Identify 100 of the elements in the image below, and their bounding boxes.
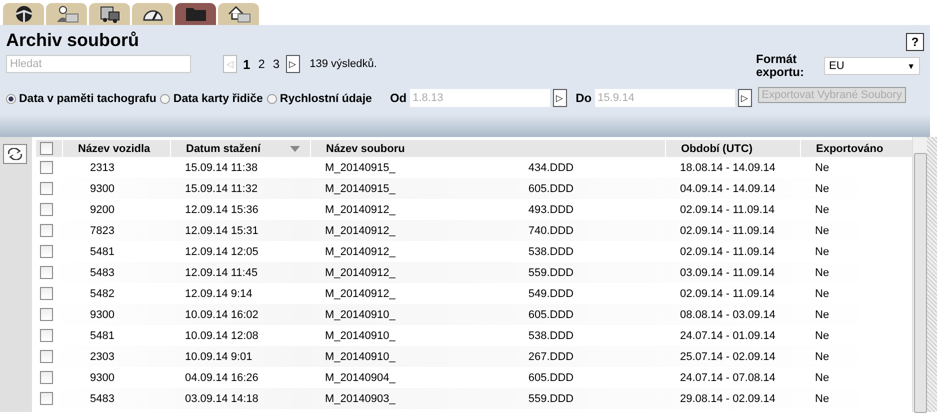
export-format-label: Formát exportu:	[756, 53, 805, 79]
source-radio[interactable]: Data karty řidiče	[160, 93, 263, 105]
table-cell: 25.07.14 - 02.09.14	[680, 350, 776, 362]
nav-tab[interactable]	[3, 3, 44, 25]
table-cell: Ne	[815, 224, 830, 236]
table-cell: 08.08.14 - 03.09.14	[680, 308, 776, 320]
table-cell: M_20140915_	[325, 182, 396, 194]
nav-tab[interactable]	[218, 3, 259, 25]
table-cell: 29.08.14 - 02.09.14	[680, 392, 776, 404]
table-cell: 2313	[90, 162, 114, 174]
table-cell: M_20140910_	[325, 330, 396, 342]
table-cell: 538.DDD	[528, 246, 574, 258]
table-cell: 15.09.14 11:32	[185, 182, 258, 194]
results-count: 139 výsledků.	[310, 58, 377, 70]
table-cell: Ne	[815, 266, 830, 278]
table-cell: 9300	[90, 308, 114, 320]
page-link[interactable]: 3	[270, 57, 282, 71]
table-cell: 9300	[90, 182, 114, 194]
table-cell: 605.DDD	[528, 308, 574, 320]
table-cell: 5483	[90, 392, 114, 404]
table-cell: 18.08.14 - 14.09.14	[680, 162, 776, 174]
source-radio[interactable]: Data v paměti tachografu	[6, 93, 156, 105]
row-checkbox[interactable]	[40, 308, 53, 321]
folder-icon	[184, 5, 208, 23]
row-checkbox[interactable]	[40, 182, 53, 195]
date-from-label: Od	[390, 91, 407, 105]
steering-wheel-icon	[12, 5, 34, 23]
date-from-field[interactable]: 1.8.13	[410, 89, 550, 107]
column-header[interactable]: Období (UTC)	[665, 140, 800, 157]
radio-button[interactable]	[266, 94, 277, 104]
table-cell: 2303	[90, 350, 114, 362]
row-checkbox[interactable]	[40, 371, 53, 384]
date-to-field[interactable]: 15.9.14	[594, 89, 735, 107]
sort-icon	[290, 146, 300, 152]
export-format-dropdown[interactable]: EU ▼	[824, 57, 920, 75]
help-button[interactable]: ?	[906, 33, 924, 51]
truck-icon	[98, 5, 120, 23]
table-cell: 5481	[90, 330, 114, 342]
table-cell: 02.09.14 - 11.09.14	[680, 224, 775, 236]
page-title: Archiv souborů	[6, 30, 140, 50]
table-cell: Ne	[815, 162, 830, 174]
select-all-checkbox[interactable]	[40, 142, 53, 155]
table-cell: 10.09.14 12:08	[185, 330, 258, 342]
table-cell: 740.DDD	[528, 224, 574, 236]
nav-tab[interactable]	[132, 3, 173, 25]
row-checkbox[interactable]	[40, 266, 53, 279]
table-cell: 15.09.14 11:38	[185, 162, 258, 174]
table-cell: M_20140910_	[325, 350, 396, 362]
nav-tab[interactable]	[89, 3, 130, 25]
search-field[interactable]: Hledat	[6, 55, 191, 73]
row-checkbox[interactable]	[40, 350, 53, 363]
radio-button[interactable]	[6, 94, 16, 104]
table-cell: M_20140903_	[325, 392, 396, 404]
row-checkbox[interactable]	[40, 287, 53, 300]
column-header[interactable]: Název vozidla	[62, 140, 170, 157]
row-checkbox[interactable]	[40, 245, 53, 258]
table-cell: 559.DDD	[528, 392, 574, 404]
table-cell: 12.09.14 11:45	[185, 266, 258, 278]
table-cell: 493.DDD	[528, 204, 574, 216]
row-checkbox[interactable]	[40, 392, 53, 405]
table-cell: 434.DDD	[528, 162, 574, 174]
table-cell: Ne	[815, 246, 830, 258]
person-card-icon	[54, 5, 78, 23]
table-cell: M_20140912_	[325, 266, 396, 278]
refresh-button[interactable]	[3, 144, 27, 164]
refresh-icon	[7, 148, 23, 160]
table-cell: 267.DDD	[528, 350, 574, 362]
table-cell: 12.09.14 15:31	[185, 224, 258, 236]
table-cell: 5483	[90, 266, 114, 278]
date-to-picker-button[interactable]: ▷	[738, 89, 752, 107]
table-cell: 12.09.14 15:36	[185, 204, 258, 216]
table-cell: 605.DDD	[528, 182, 574, 194]
table-cell: M_20140912_	[325, 288, 396, 300]
nav-tab[interactable]	[46, 3, 87, 25]
home-card-icon	[226, 5, 250, 23]
column-header[interactable]: Název souboru	[310, 140, 665, 157]
radio-button[interactable]	[160, 94, 170, 104]
table-cell: 24.07.14 - 07.08.14	[680, 372, 776, 384]
next-page-button[interactable]: ▷	[286, 55, 300, 73]
table-cell: 03.09.14 14:18	[185, 392, 258, 404]
table-cell: Ne	[815, 392, 830, 404]
table-cell: 04.09.14 - 14.09.14	[680, 182, 776, 194]
table-cell: 10.09.14 9:01	[185, 350, 252, 362]
date-to-label: Do	[576, 91, 592, 105]
date-from-picker-button[interactable]: ▷	[552, 89, 567, 107]
column-header[interactable]: Datum stažení	[170, 140, 310, 157]
table-cell: Ne	[815, 330, 830, 342]
table-cell: M_20140912_	[325, 246, 396, 258]
table-cell: Ne	[815, 204, 830, 216]
row-checkbox[interactable]	[40, 224, 53, 237]
table-cell: 5482	[90, 288, 114, 300]
table-cell: Ne	[815, 372, 830, 384]
page-link[interactable]: 1	[241, 56, 252, 72]
row-checkbox[interactable]	[40, 203, 53, 216]
page-link[interactable]: 2	[256, 57, 267, 71]
scrollbar[interactable]	[912, 137, 927, 412]
source-radio[interactable]: Rychlostní údaje	[266, 93, 372, 105]
row-checkbox[interactable]	[40, 329, 53, 342]
table-cell: 02.09.14 - 11.09.14	[680, 246, 775, 258]
row-checkbox[interactable]	[40, 161, 53, 174]
